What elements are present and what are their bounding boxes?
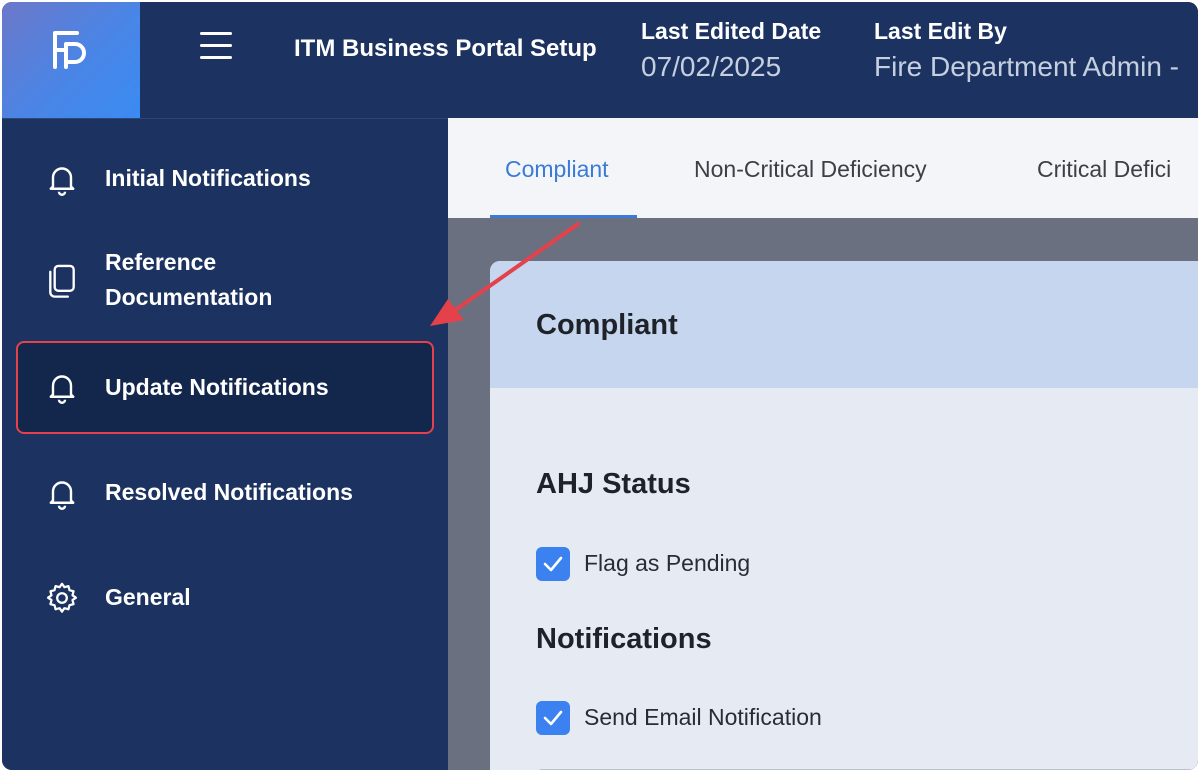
documents-icon (49, 264, 75, 298)
last-edit-by-label: Last Edit By (874, 18, 1007, 44)
sidebar: Initial Notifications Reference Document… (2, 118, 448, 770)
last-edited-date-label: Last Edited Date (641, 18, 822, 44)
flag-as-pending-checkbox[interactable] (536, 547, 570, 581)
checkmark-icon (543, 556, 563, 572)
active-tab-indicator (490, 215, 637, 218)
sidebar-item-initial-notifications[interactable]: Initial Notifications (16, 157, 434, 201)
send-email-checkbox[interactable] (536, 701, 570, 735)
main-content: Compliant Non-Critical Deficiency Critic… (448, 118, 1198, 770)
sidebar-item-label-line2: Documentation (105, 284, 273, 310)
checkmark-icon (543, 710, 563, 726)
compliant-card: Compliant AHJ Status Flag as Pending Not… (490, 261, 1198, 770)
gear-icon (46, 582, 78, 613)
sidebar-item-label: Resolved Notifications (105, 479, 353, 505)
sidebar-item-label-line1: Reference (105, 249, 217, 275)
tab-compliant[interactable]: Compliant (505, 156, 609, 183)
sidebar-item-label: General (105, 584, 191, 610)
app-title: ITM Business Portal Setup (294, 35, 597, 62)
card-title: Compliant (536, 309, 678, 341)
bell-icon (49, 375, 75, 404)
last-edited-date-value: 07/02/2025 (641, 51, 782, 82)
tab-critical-deficiency[interactable]: Critical Defici (1037, 156, 1171, 183)
ahj-status-title: AHJ Status (536, 468, 691, 500)
bell-icon (49, 481, 75, 510)
logo-icon (53, 31, 86, 69)
sidebar-item-label: Update Notifications (105, 374, 329, 400)
tab-non-critical-deficiency[interactable]: Non-Critical Deficiency (694, 156, 927, 183)
send-email-checkbox-row[interactable]: Send Email Notification (536, 701, 916, 737)
notifications-title: Notifications (536, 623, 712, 655)
hamburger-menu-icon[interactable] (200, 32, 234, 62)
bell-icon (49, 167, 75, 196)
sidebar-item-general[interactable]: General (16, 576, 434, 620)
flag-as-pending-checkbox-row[interactable]: Flag as Pending (536, 547, 836, 583)
flag-as-pending-label: Flag as Pending (584, 550, 751, 576)
sidebar-item-update-notifications[interactable]: Update Notifications (16, 341, 434, 434)
top-header: ITM Business Portal Setup Last Edited Da… (2, 2, 1198, 118)
app-window: ITM Business Portal Setup Last Edited Da… (2, 2, 1198, 770)
email-field[interactable] (536, 769, 1198, 770)
sidebar-item-resolved-notifications[interactable]: Resolved Notifications (16, 471, 434, 515)
tab-bar: Compliant Non-Critical Deficiency Critic… (448, 118, 1198, 218)
last-edit-by-value: Fire Department Admin - (874, 51, 1179, 82)
card-header: Compliant (490, 261, 1198, 388)
app-logo[interactable] (2, 2, 140, 118)
send-email-label: Send Email Notification (584, 704, 822, 730)
sidebar-item-reference-documentation[interactable]: Reference Documentation (16, 245, 434, 321)
sidebar-item-label: Initial Notifications (105, 165, 311, 191)
